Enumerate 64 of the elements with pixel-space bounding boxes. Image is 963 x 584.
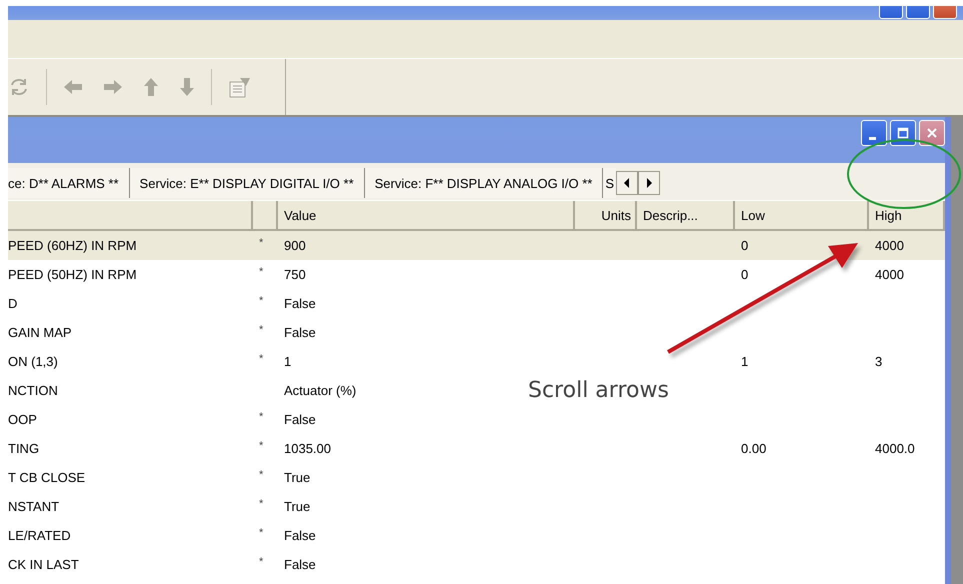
table-cell: TING: [8, 441, 40, 456]
column-header[interactable]: Low: [741, 208, 765, 222]
column-header[interactable]: Value: [284, 208, 316, 222]
table-cell: GAIN MAP: [8, 325, 72, 340]
table-cell: Actuator (%): [284, 383, 356, 398]
table-cell: LE/RATED: [8, 528, 71, 543]
left-triangle-icon: [624, 178, 630, 188]
maximize-button[interactable]: [890, 120, 916, 146]
table-row[interactable]: PEED (60HZ) IN RPM * 900 0 4000: [8, 231, 945, 260]
column-header[interactable]: High: [875, 208, 902, 222]
table-cell: *: [259, 324, 264, 336]
table-cell: *: [259, 411, 264, 423]
tab[interactable]: Service: F** DISPLAY ANALOG I/O **: [364, 168, 604, 198]
table-cell: *: [259, 527, 264, 539]
table-cell: T CB CLOSE: [8, 470, 86, 485]
table-cell: 900: [284, 238, 306, 253]
scroll-right-button[interactable]: [638, 171, 660, 195]
table-cell: False: [284, 412, 316, 427]
table-cell: PEED (50HZ) IN RPM: [8, 267, 137, 282]
table-cell: NCTION: [8, 383, 58, 398]
table-cell: False: [284, 557, 316, 572]
minimize-icon: [868, 136, 876, 140]
table-cell: *: [259, 440, 264, 452]
table-cell: NSTANT: [8, 499, 60, 514]
table-cell: False: [284, 296, 316, 311]
table-cell: CK IN LAST: [8, 557, 79, 572]
tab[interactable]: ce: D** ALARMS **: [8, 168, 130, 198]
close-icon: [926, 127, 938, 139]
table-cell: 4000: [875, 267, 904, 282]
table-cell: 1: [741, 354, 748, 369]
table-cell: *: [259, 353, 264, 365]
column-header[interactable]: Descrip...: [643, 208, 698, 222]
table-cell: 1: [284, 354, 292, 369]
table-cell: 4000.0: [875, 441, 915, 456]
tab[interactable]: Service: E** DISPLAY DIGITAL I/O **: [130, 168, 365, 198]
table-cell: *: [259, 556, 264, 568]
right-triangle-icon: [646, 178, 652, 188]
annotation-text: Scroll arrows: [528, 378, 669, 403]
table-cell: *: [259, 237, 264, 249]
table-cell: OOP: [8, 412, 37, 427]
table-cell: PEED (60HZ) IN RPM: [8, 238, 137, 253]
tab[interactable]: S: [603, 168, 616, 198]
table-cell: ON (1,3): [8, 354, 58, 369]
table-cell: *: [259, 295, 264, 307]
table-cell: True: [284, 499, 310, 514]
table-cell: 750: [284, 267, 306, 282]
table-cell: *: [259, 498, 264, 510]
table-cell: 1035.00: [284, 441, 331, 456]
table-cell: D: [8, 296, 18, 311]
table-cell: 0: [741, 267, 748, 282]
table-cell: 0: [741, 238, 748, 253]
scroll-left-button[interactable]: [616, 171, 638, 195]
table-cell: False: [284, 528, 316, 543]
maximize-icon: [897, 127, 909, 139]
close-button[interactable]: [919, 120, 945, 146]
table-cell: *: [259, 266, 264, 278]
minimize-button[interactable]: [861, 120, 887, 146]
table-cell: *: [259, 469, 264, 481]
table-cell: True: [284, 470, 310, 485]
table-cell: 0.00: [741, 441, 766, 456]
table-cell: 4000: [875, 238, 904, 253]
table-cell: False: [284, 325, 316, 340]
table-cell: 3: [875, 354, 882, 369]
column-header[interactable]: Units: [601, 208, 631, 222]
